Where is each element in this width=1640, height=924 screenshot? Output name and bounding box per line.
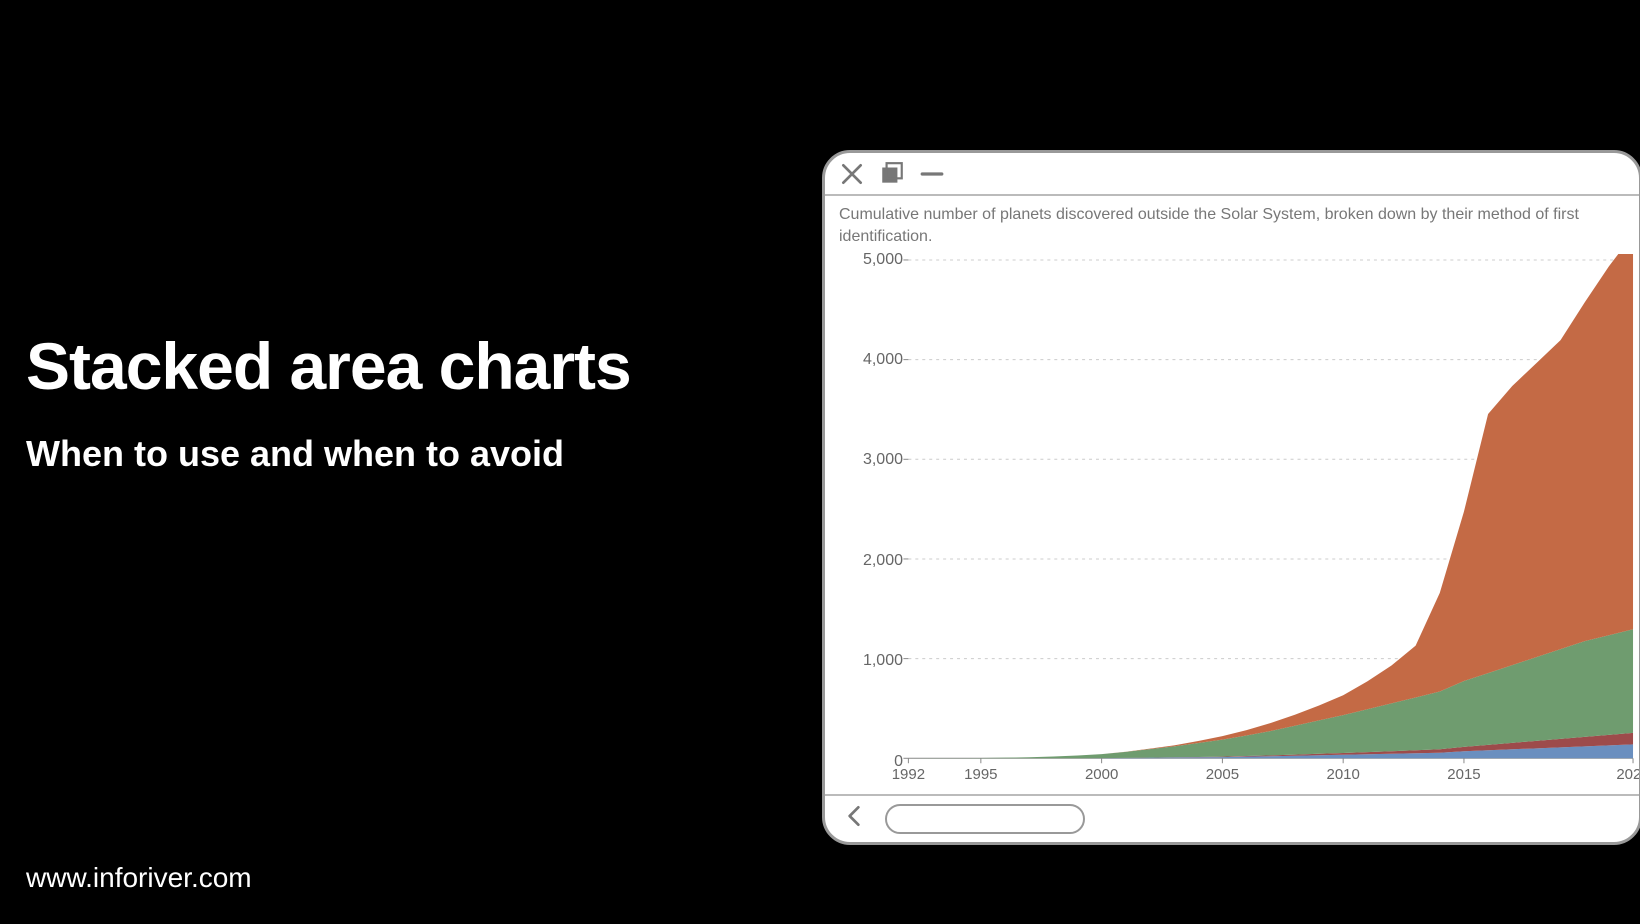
x-tick-label: 1995	[964, 766, 997, 783]
browser-window: Cumulative number of planets discovered …	[822, 150, 1640, 845]
maximize-icon[interactable]	[879, 161, 905, 187]
titlebar	[825, 153, 1639, 196]
website-url: www.inforiver.com	[26, 862, 252, 894]
y-tick-label: 5,000	[863, 251, 903, 269]
chart-area: Cumulative number of planets discovered …	[825, 196, 1639, 793]
x-tick-label: 2005	[1206, 766, 1239, 783]
back-icon[interactable]	[841, 803, 867, 834]
y-tick-label: 2,000	[863, 552, 903, 570]
stacked-area-chart: 01,0002,0003,0004,0005,00019921995200020…	[825, 254, 1639, 794]
bottombar	[825, 794, 1639, 842]
x-tick-label: 2000	[1085, 766, 1118, 783]
x-tick-label: 2022	[1616, 766, 1640, 783]
x-tick-label: 1992	[892, 766, 925, 783]
address-input[interactable]	[885, 804, 1085, 834]
page-subtitle: When to use and when to avoid	[26, 433, 631, 475]
y-tick-label: 3,000	[863, 451, 903, 469]
y-tick-label: 4,000	[863, 351, 903, 369]
y-tick-label: 1,000	[863, 652, 903, 670]
chart-subtitle: Cumulative number of planets discovered …	[825, 204, 1639, 253]
x-tick-label: 2010	[1326, 766, 1359, 783]
x-tick-label: 2015	[1447, 766, 1480, 783]
page-title: Stacked area charts	[26, 330, 631, 403]
minimize-icon[interactable]	[919, 161, 945, 187]
close-icon[interactable]	[839, 161, 865, 187]
